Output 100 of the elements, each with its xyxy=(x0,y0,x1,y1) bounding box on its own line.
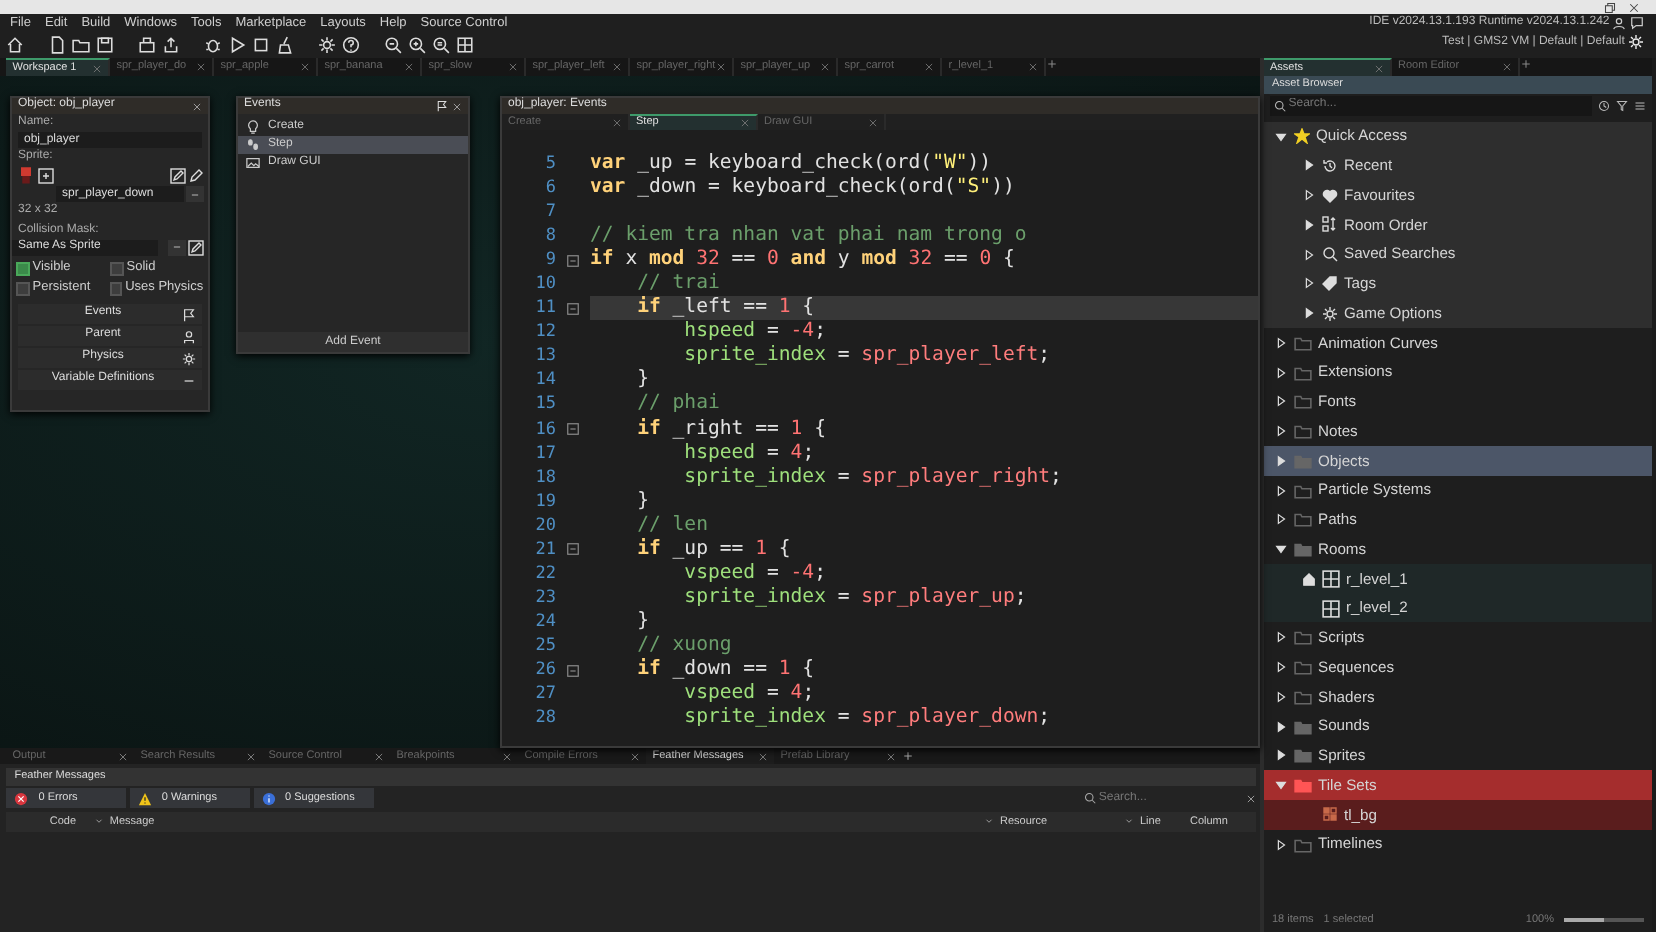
close-icon[interactable] xyxy=(886,751,897,761)
user-icon[interactable] xyxy=(1612,16,1627,31)
close-icon[interactable] xyxy=(196,62,207,72)
checkbox[interactable] xyxy=(15,281,30,296)
add-tab-icon[interactable] xyxy=(1520,58,1532,70)
collapse-icon[interactable] xyxy=(1274,129,1288,143)
expand-icon[interactable] xyxy=(1274,453,1288,468)
close-icon[interactable] xyxy=(868,117,878,127)
sort-icon[interactable] xyxy=(983,816,994,827)
zoom-out-icon[interactable] xyxy=(384,36,402,54)
zoom-reset-icon[interactable] xyxy=(432,36,450,54)
new-sprite-icon[interactable] xyxy=(38,168,55,185)
expand-icon[interactable] xyxy=(1302,247,1316,261)
expand-icon[interactable] xyxy=(1274,837,1288,851)
close-icon[interactable] xyxy=(374,751,385,761)
home-icon[interactable] xyxy=(6,36,24,54)
close-icon[interactable] xyxy=(1246,793,1257,804)
line-number: 16 xyxy=(533,417,556,442)
edit-icon[interactable] xyxy=(169,168,186,185)
checkbox[interactable] xyxy=(109,261,124,276)
expand-icon[interactable] xyxy=(1302,188,1316,202)
line-number: 13 xyxy=(533,344,556,369)
close-icon[interactable] xyxy=(630,751,641,761)
flag-icon[interactable] xyxy=(436,100,449,112)
expand-icon[interactable] xyxy=(1274,512,1288,527)
close-icon[interactable] xyxy=(820,62,831,72)
close-icon[interactable] xyxy=(740,118,750,128)
menu-icon[interactable] xyxy=(1634,100,1646,112)
sprite-thumbnail xyxy=(15,166,36,187)
checkbox[interactable] xyxy=(15,261,30,276)
package-icon[interactable] xyxy=(138,36,156,54)
fold-icon[interactable] xyxy=(566,253,580,268)
expand-icon[interactable] xyxy=(1302,306,1316,320)
close-icon[interactable] xyxy=(924,62,935,72)
close-icon[interactable] xyxy=(502,751,513,761)
close-icon[interactable] xyxy=(404,62,415,72)
close-icon[interactable] xyxy=(1628,1,1640,13)
expand-icon[interactable] xyxy=(1274,689,1288,704)
clean-icon[interactable] xyxy=(276,36,294,54)
expand-icon[interactable] xyxy=(1274,394,1288,409)
expand-icon[interactable] xyxy=(1274,335,1288,350)
pencil-icon[interactable] xyxy=(188,168,205,185)
close-icon[interactable] xyxy=(192,101,202,111)
close-icon[interactable] xyxy=(1502,62,1512,72)
more-button[interactable] xyxy=(186,186,205,203)
expand-icon[interactable] xyxy=(1274,424,1288,438)
clock-icon[interactable] xyxy=(1598,100,1610,112)
close-icon[interactable] xyxy=(612,62,623,72)
expand-icon[interactable] xyxy=(1274,660,1288,674)
edit-icon[interactable] xyxy=(188,239,205,256)
help-icon[interactable] xyxy=(342,36,360,54)
close-icon[interactable] xyxy=(758,751,769,761)
restore-icon[interactable] xyxy=(1603,1,1615,13)
settings-icon[interactable] xyxy=(318,36,336,54)
grid-icon[interactable] xyxy=(456,36,474,54)
gear-icon[interactable] xyxy=(182,351,196,365)
close-icon[interactable] xyxy=(1374,63,1384,73)
save-icon[interactable] xyxy=(96,36,114,54)
expand-icon[interactable] xyxy=(1274,630,1288,645)
stop-icon[interactable] xyxy=(252,36,270,54)
run-icon[interactable] xyxy=(228,36,246,54)
open-folder-icon[interactable] xyxy=(72,36,90,54)
export-icon[interactable] xyxy=(162,36,180,54)
sort-icon[interactable] xyxy=(1123,816,1134,827)
collapse-icon[interactable] xyxy=(1274,542,1288,556)
more-button[interactable] xyxy=(167,239,186,256)
close-icon[interactable] xyxy=(612,117,622,127)
expand-icon[interactable] xyxy=(1274,483,1288,497)
close-icon[interactable] xyxy=(246,751,257,761)
expand-icon[interactable] xyxy=(1302,276,1316,291)
line-number: 7 xyxy=(543,200,556,225)
close-icon[interactable] xyxy=(1028,62,1039,72)
add-tab-icon[interactable] xyxy=(902,750,915,762)
expand-icon[interactable] xyxy=(1274,748,1288,763)
close-icon[interactable] xyxy=(92,63,103,73)
close-icon[interactable] xyxy=(452,101,462,111)
expand-icon[interactable] xyxy=(1302,217,1316,232)
new-file-icon[interactable] xyxy=(48,36,66,54)
fold-icon[interactable] xyxy=(566,663,580,677)
settings-icon[interactable] xyxy=(1628,34,1644,51)
fold-icon[interactable] xyxy=(566,301,580,316)
add-tab-icon[interactable] xyxy=(1046,58,1059,70)
filter-icon[interactable] xyxy=(1616,100,1628,112)
expand-icon[interactable] xyxy=(1302,158,1316,173)
close-icon[interactable] xyxy=(508,62,519,72)
chat-icon[interactable] xyxy=(1630,16,1644,31)
debug-icon[interactable] xyxy=(204,36,222,54)
expand-icon[interactable] xyxy=(1274,719,1288,733)
people-icon[interactable] xyxy=(182,329,196,343)
expand-icon[interactable] xyxy=(1274,365,1288,379)
sort-icon[interactable] xyxy=(93,816,104,827)
zoom-in-icon[interactable] xyxy=(408,36,426,54)
flag-icon[interactable] xyxy=(182,307,196,321)
checkbox[interactable] xyxy=(109,281,122,296)
folder-icon xyxy=(1294,835,1312,853)
fold-icon[interactable] xyxy=(566,422,580,437)
close-icon[interactable] xyxy=(118,751,129,761)
fold-icon[interactable] xyxy=(566,542,580,557)
close-icon[interactable] xyxy=(300,62,311,72)
close-icon[interactable] xyxy=(716,62,727,72)
